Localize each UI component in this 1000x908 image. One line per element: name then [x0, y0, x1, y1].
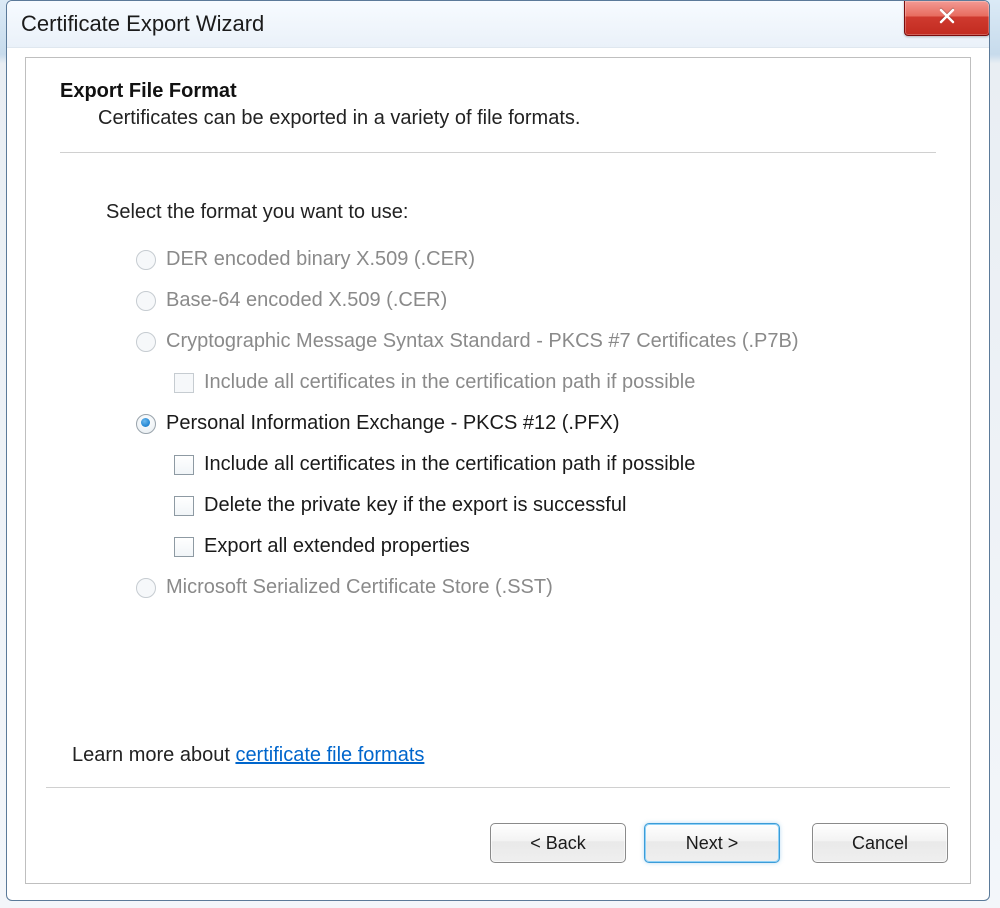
radio-sst — [136, 578, 156, 598]
checkbox-pfx-delete[interactable] — [174, 496, 194, 516]
dialog-frame: Certificate Export Wizard Export File Fo… — [6, 0, 990, 901]
learn-more-link[interactable]: certificate file formats — [235, 744, 424, 766]
titlebar: Certificate Export Wizard — [7, 1, 989, 48]
option-pfx-sub-delete-label: Delete the private key if the export is … — [204, 494, 626, 517]
close-icon — [938, 7, 956, 30]
option-p7b-sub-include-label: Include all certificates in the certific… — [204, 371, 695, 394]
radio-base64 — [136, 291, 156, 311]
close-button[interactable] — [904, 0, 990, 36]
cancel-button[interactable]: Cancel — [812, 823, 948, 863]
option-sst-label: Microsoft Serialized Certificate Store (… — [166, 576, 553, 599]
option-sst: Microsoft Serialized Certificate Store (… — [136, 576, 936, 599]
option-p7b: Cryptographic Message Syntax Standard - … — [136, 330, 936, 353]
dialog-title: Certificate Export Wizard — [21, 11, 264, 37]
checkbox-p7b-include — [174, 373, 194, 393]
option-pfx-sub-delete[interactable]: Delete the private key if the export is … — [174, 494, 936, 517]
format-form: Select the format you want to use: DER e… — [26, 153, 970, 599]
option-pfx-label: Personal Information Exchange - PKCS #12… — [166, 412, 620, 435]
option-pfx-sub-extended[interactable]: Export all extended properties — [174, 535, 936, 558]
learn-more: Learn more about certificate file format… — [72, 744, 424, 767]
learn-more-prefix: Learn more about — [72, 744, 235, 766]
option-der: DER encoded binary X.509 (.CER) — [136, 248, 936, 271]
option-p7b-sub-include: Include all certificates in the certific… — [174, 371, 936, 394]
radio-p7b — [136, 332, 156, 352]
wizard-heading: Export File Format Certificates can be e… — [26, 58, 970, 130]
next-button[interactable]: Next > — [644, 823, 780, 863]
option-pfx-sub-extended-label: Export all extended properties — [204, 535, 470, 558]
option-der-label: DER encoded binary X.509 (.CER) — [166, 248, 475, 271]
option-base64: Base-64 encoded X.509 (.CER) — [136, 289, 936, 312]
option-base64-label: Base-64 encoded X.509 (.CER) — [166, 289, 447, 312]
footer-separator — [46, 787, 950, 788]
wizard-panel: Export File Format Certificates can be e… — [25, 57, 971, 884]
option-pfx-sub-include[interactable]: Include all certificates in the certific… — [174, 453, 936, 476]
format-prompt: Select the format you want to use: — [106, 201, 936, 224]
checkbox-pfx-extended[interactable] — [174, 537, 194, 557]
heading-subtitle: Certificates can be exported in a variet… — [60, 103, 936, 130]
option-pfx[interactable]: Personal Information Exchange - PKCS #12… — [136, 412, 936, 435]
wizard-buttons: < Back Next > Cancel — [490, 823, 948, 863]
option-pfx-sub-include-label: Include all certificates in the certific… — [204, 453, 695, 476]
heading-title: Export File Format — [60, 80, 936, 103]
radio-der — [136, 250, 156, 270]
option-p7b-label: Cryptographic Message Syntax Standard - … — [166, 330, 799, 353]
checkbox-pfx-include[interactable] — [174, 455, 194, 475]
radio-pfx[interactable] — [136, 414, 156, 434]
back-button[interactable]: < Back — [490, 823, 626, 863]
